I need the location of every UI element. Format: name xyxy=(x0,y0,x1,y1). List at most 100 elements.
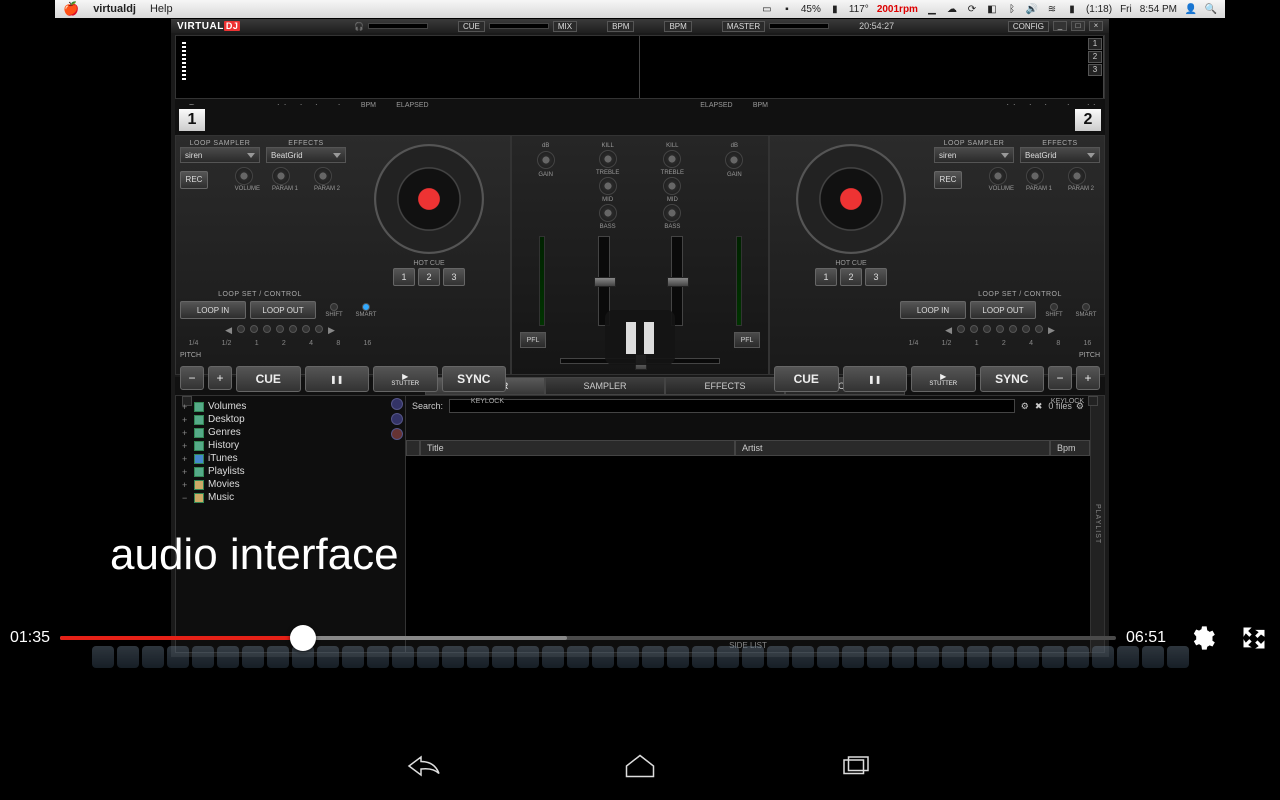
video-seekbar[interactable] xyxy=(60,636,1116,640)
col-artist[interactable]: Artist xyxy=(735,440,1050,456)
mixer-mid-l-knob[interactable] xyxy=(599,177,617,195)
battery-icon[interactable]: ▮ xyxy=(829,3,841,15)
video-seek-thumb[interactable] xyxy=(290,625,316,651)
video-settings-button[interactable] xyxy=(1182,618,1222,658)
deck2-hotcue-2[interactable]: 2 xyxy=(840,268,862,286)
help-menu[interactable]: Help xyxy=(150,3,173,15)
deck1-hotcue-3[interactable]: 3 xyxy=(443,268,465,286)
deck2-play-button[interactable]: ▶STUTTER xyxy=(911,366,976,392)
deck1-hotcue-2[interactable]: 2 xyxy=(418,268,440,286)
menubar-icon-2[interactable]: ▪ xyxy=(781,3,793,15)
deck2-pause-button[interactable]: ❚❚ xyxy=(843,366,908,392)
menubar-icon-3[interactable]: ◧ xyxy=(986,3,998,15)
deck1-loop-dot[interactable] xyxy=(302,325,310,333)
tree-tool-icon-3[interactable] xyxy=(391,428,403,440)
window-close-button[interactable]: × xyxy=(1089,21,1103,31)
waveform-display[interactable]: 1 2 3 xyxy=(175,35,1105,99)
window-maximize-button[interactable]: □ xyxy=(1071,21,1085,31)
tree-item-history[interactable]: +History xyxy=(180,439,401,452)
deck2-loop-next[interactable]: ▶ xyxy=(1048,325,1055,336)
deck1-hotcue-1[interactable]: 1 xyxy=(393,268,415,286)
deck2-loop-dot[interactable] xyxy=(996,325,1004,333)
tree-item-playlists[interactable]: +Playlists xyxy=(180,465,401,478)
deck2-sampler-select[interactable]: siren xyxy=(934,147,1014,163)
tree-tool-icon-2[interactable] xyxy=(391,413,403,425)
android-back-button[interactable] xyxy=(406,752,442,785)
deck2-loop-dot[interactable] xyxy=(1035,325,1043,333)
battery-icon-2[interactable]: ▮ xyxy=(1066,3,1078,15)
waveform-view-3[interactable]: 3 xyxy=(1088,64,1102,76)
deck1-loop-dot[interactable] xyxy=(250,325,258,333)
deck1-loop-dot[interactable] xyxy=(237,325,245,333)
mixer-bass-l-knob[interactable] xyxy=(599,204,617,222)
mixer-treble-r-knob[interactable] xyxy=(663,150,681,168)
mixer-pfl-r[interactable]: PFL xyxy=(734,332,760,348)
menubar-graph-icon[interactable]: ▁ xyxy=(926,3,938,15)
deck2-rec-button[interactable]: REC xyxy=(934,171,962,189)
deck1-sampler-select[interactable]: siren xyxy=(180,147,260,163)
deck1-play-button[interactable]: ▶STUTTER xyxy=(373,366,438,392)
video-pause-overlay[interactable] xyxy=(605,310,675,365)
deck1-pitch-minus[interactable]: − xyxy=(180,366,204,390)
video-fullscreen-button[interactable] xyxy=(1234,618,1274,658)
mixer-gain-l-knob[interactable] xyxy=(537,151,555,169)
deck1-loop-out[interactable]: LOOP OUT xyxy=(250,301,316,319)
titlebar-mix[interactable]: MIX xyxy=(553,21,577,32)
deck2-keylock-pad[interactable] xyxy=(1088,396,1098,406)
tab-effects[interactable]: EFFECTS xyxy=(665,377,785,395)
user-icon[interactable]: 👤 xyxy=(1185,3,1197,15)
mixer-mid-r-knob[interactable] xyxy=(663,177,681,195)
cue-mix-slider[interactable] xyxy=(489,23,549,29)
bluetooth-icon[interactable]: ᛒ xyxy=(1006,3,1018,15)
apple-menu-icon[interactable]: 🍎 xyxy=(63,1,79,17)
deck2-param2-knob[interactable] xyxy=(1068,167,1086,185)
deck1-pause-button[interactable]: ❚❚ xyxy=(305,366,370,392)
deck2-smart-led[interactable] xyxy=(1082,303,1090,311)
tree-item-itunes[interactable]: +iTunes xyxy=(180,452,401,465)
window-minimize-button[interactable]: _ xyxy=(1053,21,1067,31)
tree-item-genres[interactable]: +Genres xyxy=(180,426,401,439)
track-list-body[interactable] xyxy=(406,456,1090,638)
deck2-hotcue-3[interactable]: 3 xyxy=(865,268,887,286)
deck2-loop-dot[interactable] xyxy=(983,325,991,333)
tree-item-music[interactable]: −Music xyxy=(180,491,401,504)
deck1-loop-dot[interactable] xyxy=(315,325,323,333)
tree-item-movies[interactable]: +Movies xyxy=(180,478,401,491)
android-home-button[interactable] xyxy=(622,752,658,785)
deck2-loop-out[interactable]: LOOP OUT xyxy=(970,301,1036,319)
titlebar-bpm-button-r[interactable]: BPM xyxy=(664,21,691,32)
deck2-loop-dot[interactable] xyxy=(957,325,965,333)
titlebar-cue[interactable]: CUE xyxy=(458,21,485,32)
deck1-effect-select[interactable]: BeatGrid xyxy=(266,147,346,163)
deck2-loop-dot[interactable] xyxy=(1022,325,1030,333)
tree-item-volumes[interactable]: +Volumes xyxy=(180,400,401,413)
deck2-cue-button[interactable]: CUE xyxy=(774,366,839,392)
deck1-jogwheel[interactable] xyxy=(374,144,484,254)
deck1-loop-dot[interactable] xyxy=(263,325,271,333)
titlebar-bpm-button-l[interactable]: BPM xyxy=(607,21,634,32)
deck1-loop-prev[interactable]: ◀ xyxy=(225,325,232,336)
deck1-cue-button[interactable]: CUE xyxy=(236,366,301,392)
wifi-icon[interactable]: ≋ xyxy=(1046,3,1058,15)
deck1-loop-next[interactable]: ▶ xyxy=(328,325,335,336)
mixer-gain-r-knob[interactable] xyxy=(725,151,743,169)
deck1-sampler-volume-knob[interactable] xyxy=(235,167,253,185)
col-title[interactable]: Title xyxy=(420,440,735,456)
deck1-loop-in[interactable]: LOOP IN xyxy=(180,301,246,319)
tab-sampler[interactable]: SAMPLER xyxy=(545,377,665,395)
deck2-loop-dot[interactable] xyxy=(1009,325,1017,333)
deck1-shift-led[interactable] xyxy=(330,303,338,311)
deck1-pitch-plus[interactable]: + xyxy=(208,366,232,390)
spotlight-icon[interactable]: 🔍 xyxy=(1205,3,1217,15)
cloud-icon[interactable]: ☁ xyxy=(946,3,958,15)
deck1-rec-button[interactable]: REC xyxy=(180,171,208,189)
deck1-param2-knob[interactable] xyxy=(314,167,332,185)
deck2-sampler-volume-knob[interactable] xyxy=(989,167,1007,185)
volume-icon[interactable]: 🔊 xyxy=(1026,3,1038,15)
tree-item-desktop[interactable]: +Desktop xyxy=(180,413,401,426)
mixer-bass-r-knob[interactable] xyxy=(663,204,681,222)
deck2-shift-led[interactable] xyxy=(1050,303,1058,311)
deck2-jogwheel[interactable] xyxy=(796,144,906,254)
deck1-sync-button[interactable]: SYNC xyxy=(442,366,507,392)
deck1-loop-dot[interactable] xyxy=(289,325,297,333)
